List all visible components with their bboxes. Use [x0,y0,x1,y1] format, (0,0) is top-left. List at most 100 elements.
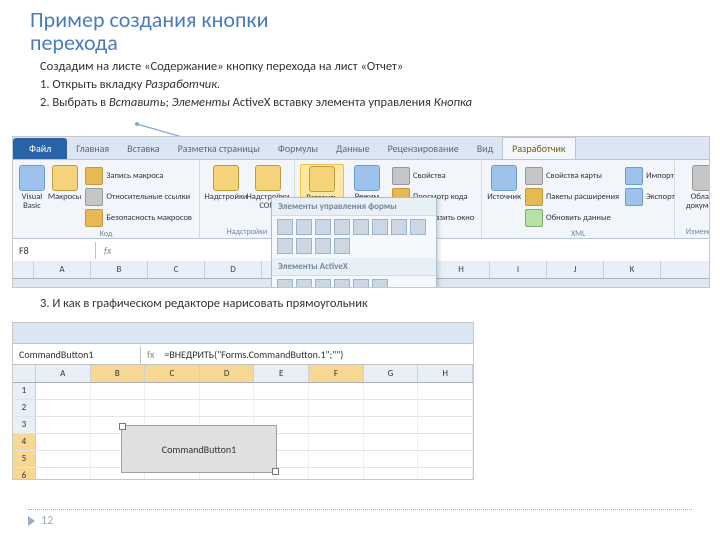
activex-ico[interactable] [315,279,331,288]
step3-text: 3. И как в графическом редакторе нарисов… [40,296,368,311]
form-ico[interactable] [353,219,369,235]
column-headers-2: A B C D E F G H [13,365,473,383]
activex-ico[interactable] [353,279,369,288]
visual-basic-button[interactable]: Visual Basic [18,164,46,228]
dd-form-header: Элементы управления формы [272,198,436,216]
col-H[interactable]: H [433,261,490,278]
col2-B[interactable]: B [91,365,146,382]
dd-form-body [272,216,436,258]
col2-F[interactable]: F [309,365,364,382]
properties-button[interactable]: Свойства [390,166,476,186]
macro-security-button[interactable]: Безопасность макросов [83,208,194,228]
group-code: Visual Basic Макросы Запись макроса Отно… [13,160,200,238]
vb-icon [19,165,45,191]
refresh-icon [525,209,543,227]
tab-review[interactable]: Рецензирование [379,138,468,159]
form-ico[interactable] [315,219,331,235]
security-icon [85,209,103,227]
col-A[interactable]: A [34,261,91,278]
design-icon [354,165,380,191]
form-ico[interactable] [334,219,350,235]
group-xml-label: XML [487,228,669,239]
source-icon [491,165,517,191]
form-ico[interactable] [277,219,293,235]
commandbutton-label: CommandButton1 [162,443,236,456]
form-ico[interactable] [296,219,312,235]
row-5[interactable]: 5 [13,451,36,467]
record-macro-button[interactable]: Запись макроса [83,166,194,186]
commandbutton-shape[interactable]: CommandButton1 [121,425,277,473]
group-docpanel: Область документа Изменение [675,160,710,238]
macros-icon [52,165,78,191]
export-icon [625,188,643,206]
tab-file[interactable]: Файл [13,138,67,159]
tab-formulas[interactable]: Формулы [269,138,327,159]
select-all-corner[interactable] [13,261,34,278]
col-I[interactable]: I [490,261,547,278]
tab-insert[interactable]: Вставка [118,138,168,159]
fx-icon-2[interactable]: fx [141,348,160,361]
activex-ico[interactable] [334,279,350,288]
relative-refs-button[interactable]: Относительные ссылки [83,187,194,207]
activex-ico[interactable] [372,279,388,288]
tab-view[interactable]: Вид [468,138,502,159]
intro-line0: Создадим на листе «Содержание» кнопку пе… [40,58,680,76]
row-6[interactable]: 6 [13,468,36,480]
form-ico[interactable] [410,219,426,235]
doc-area-button[interactable]: Область документа [680,164,710,211]
col-B[interactable]: B [91,261,148,278]
import-button[interactable]: Импорт [623,166,677,186]
col-D[interactable]: D [205,261,262,278]
export-button[interactable]: Экспорт [623,187,677,207]
group-xml: Источник Свойства карты Пакеты расширени… [482,160,675,238]
col2-G[interactable]: G [364,365,419,382]
fx-icon[interactable]: fx [96,244,119,257]
group-code-label: Код [18,228,194,239]
form-ico[interactable] [277,238,293,254]
row-1[interactable]: 1 [13,383,36,399]
record-icon [85,167,103,185]
name-box[interactable]: F8 [13,242,96,259]
formula-input[interactable]: =ВНЕДРИТЬ("Forms.CommandButton.1";"") [160,348,473,361]
activex-ico[interactable] [296,279,312,288]
map-props-button[interactable]: Свойства карты [523,166,621,186]
source-button[interactable]: Источник [487,164,521,228]
dd-activex-header: Элементы ActiveX [272,258,436,276]
form-ico[interactable] [315,238,331,254]
quick-access-toolbar [13,323,473,344]
addins-button[interactable]: Надстройки [205,164,247,211]
col-J[interactable]: J [547,261,604,278]
page-number: 12 [41,514,53,528]
col-C[interactable]: C [148,261,205,278]
group-docpanel-label: Изменение [680,226,710,237]
form-ico[interactable] [391,219,407,235]
col2-D[interactable]: D [200,365,255,382]
col2-A[interactable]: A [36,365,91,382]
col2-H[interactable]: H [418,365,473,382]
tab-home[interactable]: Главная [67,138,118,159]
form-ico[interactable] [372,219,388,235]
dd-activex-body [272,276,436,288]
grid-2: 1 2 3 4 5 6 7 8 9 CommandButton1 [13,383,473,480]
import-icon [625,167,643,185]
macros-button[interactable]: Макросы [48,164,82,228]
mapprops-icon [525,167,543,185]
name-box-2[interactable]: CommandButton1 [13,346,141,363]
tab-data[interactable]: Данные [327,138,379,159]
activex-ico[interactable] [277,279,293,288]
row-2[interactable]: 2 [13,400,36,416]
form-ico[interactable] [296,238,312,254]
col-K[interactable]: K [604,261,661,278]
screenshot-ribbon: Файл Главная Вставка Разметка страницы Ф… [12,136,710,288]
expansion-packs-button[interactable]: Пакеты расширения [523,187,621,207]
form-ico[interactable] [334,238,350,254]
col2-C[interactable]: C [145,365,200,382]
col2-E[interactable]: E [254,365,309,382]
row-4[interactable]: 4 [13,434,36,450]
insert-icon [309,166,335,192]
row-3[interactable]: 3 [13,417,36,433]
select-all-corner-2[interactable] [13,365,36,382]
refresh-data-button[interactable]: Обновить данные [523,208,621,228]
tab-developer[interactable]: Разработчик [502,137,575,159]
tab-pagelayout[interactable]: Разметка страницы [169,138,269,159]
